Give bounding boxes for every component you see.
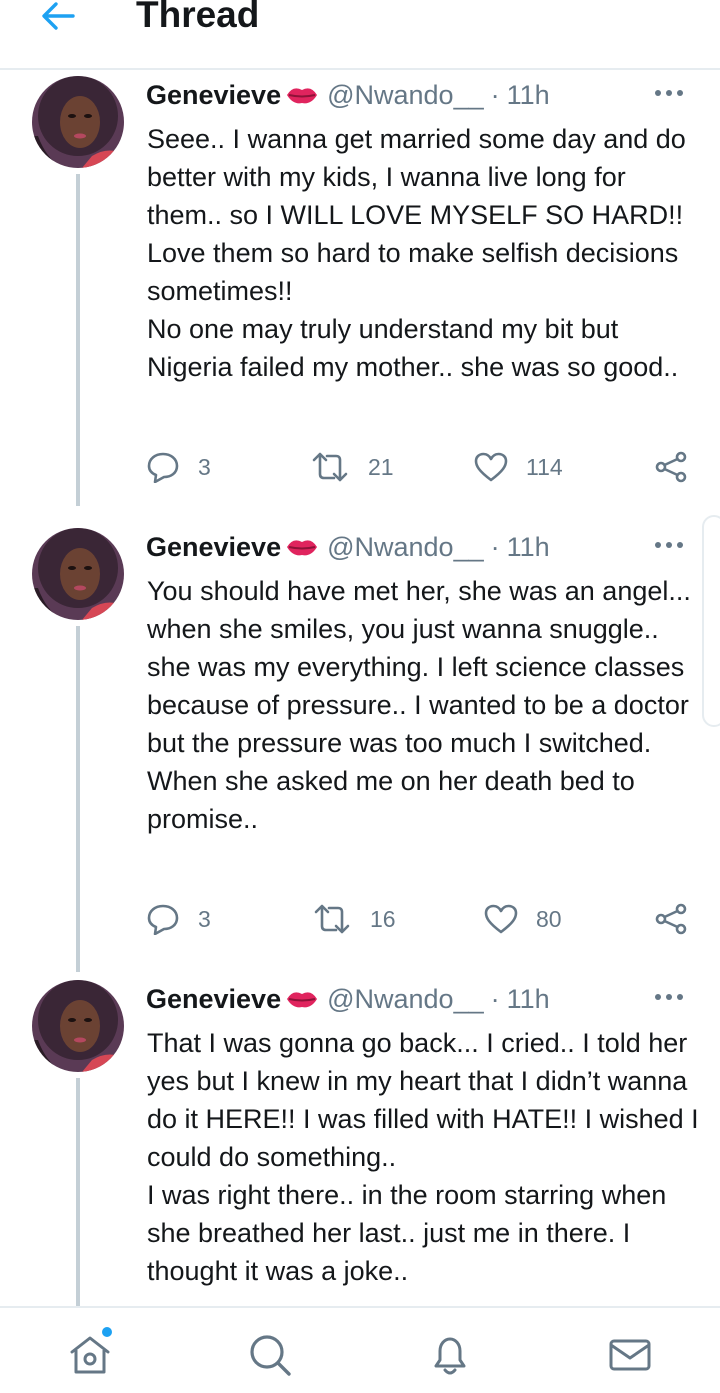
more-options-button[interactable]: [652, 986, 686, 1008]
reply-button[interactable]: 3: [146, 901, 211, 937]
reply-count: 3: [198, 905, 211, 932]
share-button[interactable]: [654, 449, 688, 485]
tweet-text: You should have met her, she was an ange…: [147, 576, 691, 834]
profile-photo: [32, 76, 124, 168]
avatar[interactable]: [32, 528, 124, 620]
back-button[interactable]: [34, 0, 82, 38]
arrow-left-icon: [42, 2, 75, 30]
author-handle[interactable]: @Nwando__: [327, 80, 484, 111]
bottom-nav: [0, 1306, 720, 1393]
tweet-header: Genevieve @Nwando__ · 11h: [146, 530, 550, 564]
profile-photo: [32, 528, 124, 620]
tweet-timestamp[interactable]: 11h: [507, 80, 550, 111]
header-bar: Thread: [0, 0, 720, 70]
tweet-actions: 3 21 114: [146, 449, 692, 485]
like-button[interactable]: 114: [474, 449, 563, 485]
messages-icon: [609, 1339, 651, 1371]
like-count: 114: [526, 453, 563, 480]
retweet-count: 21: [368, 453, 394, 480]
separator-dot: ·: [490, 79, 500, 110]
heart-icon: [484, 904, 518, 934]
tweet-timestamp[interactable]: 11h: [507, 984, 550, 1015]
more-dots-icon: [655, 90, 683, 96]
new-content-dot: [102, 1327, 112, 1337]
author-name[interactable]: Genevieve: [146, 984, 281, 1015]
more-options-button[interactable]: [652, 82, 686, 104]
author-handle[interactable]: @Nwando__: [327, 532, 484, 563]
share-icon: [655, 903, 687, 935]
profile-photo: [32, 980, 124, 1072]
separator-dot: ·: [490, 531, 500, 562]
tweet[interactable]: Genevieve @Nwando__ · 11h You should hav…: [0, 528, 720, 972]
tweet[interactable]: Genevieve @Nwando__ · 11h That I was gon…: [0, 980, 720, 1306]
heart-icon: [474, 452, 508, 482]
retweet-icon: [312, 452, 348, 482]
kiss-emoji-icon: [285, 84, 319, 106]
separator-dot: ·: [490, 983, 500, 1014]
reply-button[interactable]: 3: [146, 449, 211, 485]
notifications-icon: [434, 1337, 466, 1375]
thread-connector: [76, 1078, 80, 1306]
tweet-header: Genevieve @Nwando__ · 11h: [146, 982, 550, 1016]
search-icon: [250, 1335, 291, 1376]
avatar[interactable]: [32, 76, 124, 168]
retweet-count: 16: [370, 905, 396, 932]
nav-messages[interactable]: [605, 1330, 655, 1380]
home-icon: [70, 1336, 110, 1374]
kiss-emoji-icon: [285, 536, 319, 558]
thread-connector: [76, 174, 80, 506]
nav-home[interactable]: [65, 1330, 115, 1380]
more-dots-icon: [655, 994, 683, 1000]
tweet-header: Genevieve @Nwando__ · 11h: [146, 78, 550, 112]
reply-count: 3: [198, 453, 211, 480]
nav-notifications[interactable]: [425, 1330, 475, 1380]
share-icon: [655, 451, 687, 483]
retweet-icon: [314, 904, 350, 934]
tweet[interactable]: Genevieve @Nwando__ · 11h Seee.. I wanna…: [0, 76, 720, 506]
tweet-text: Seee.. I wanna get married some day and …: [147, 124, 686, 382]
thread-connector: [76, 626, 80, 972]
author-handle[interactable]: @Nwando__: [327, 984, 484, 1015]
avatar[interactable]: [32, 980, 124, 1072]
more-options-button[interactable]: [652, 534, 686, 556]
retweet-button[interactable]: 16: [312, 901, 396, 937]
tweet-text: That I was gonna go back... I cried.. I …: [147, 1028, 699, 1286]
reply-icon: [147, 904, 179, 935]
page-title: Thread: [136, 0, 260, 35]
kiss-emoji-icon: [285, 988, 319, 1010]
tweet-timestamp[interactable]: 11h: [507, 532, 550, 563]
more-dots-icon: [655, 542, 683, 548]
edge-handle[interactable]: [702, 515, 720, 727]
reply-icon: [147, 452, 179, 483]
like-count: 80: [536, 905, 562, 932]
share-button[interactable]: [654, 901, 688, 937]
tweet-actions: 3 16 80: [146, 901, 692, 937]
nav-search[interactable]: [245, 1330, 295, 1380]
like-button[interactable]: 80: [484, 901, 562, 937]
author-name[interactable]: Genevieve: [146, 80, 281, 111]
author-name[interactable]: Genevieve: [146, 532, 281, 563]
retweet-button[interactable]: 21: [310, 449, 394, 485]
